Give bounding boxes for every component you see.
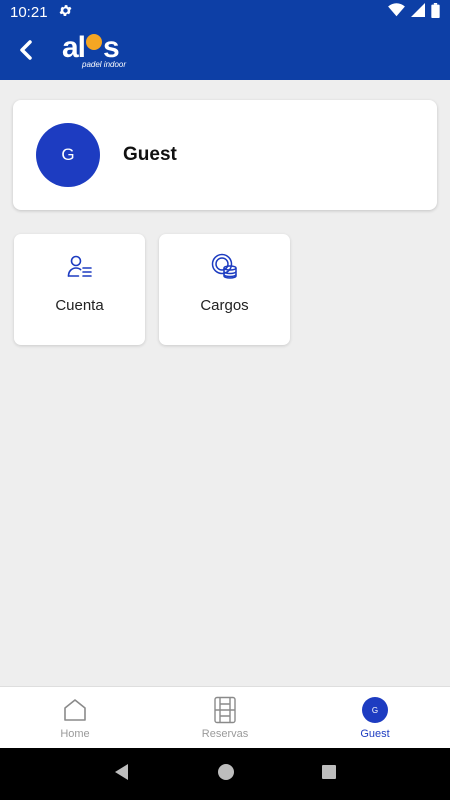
nav-label-reservas: Reservas [201, 728, 249, 740]
profile-name: Guest [123, 144, 177, 165]
coins-icon [211, 253, 239, 281]
avatar: G [362, 697, 388, 723]
nav-item-guest[interactable]: G Guest [300, 687, 450, 748]
system-nav-bar [0, 748, 450, 800]
tile-cargos[interactable]: Cargos [159, 234, 290, 345]
nav-label-guest: Guest [360, 728, 390, 740]
nav-item-reservas[interactable]: Reservas [150, 687, 300, 748]
court-icon [213, 696, 237, 724]
tile-cuenta[interactable]: Cuenta [14, 234, 145, 345]
nav-item-home[interactable]: Home [0, 687, 150, 748]
app-logo: al s padel indoor [62, 31, 127, 70]
status-time: 10:21 [10, 3, 48, 21]
wifi-icon [388, 3, 405, 21]
recents-square-icon[interactable] [321, 764, 337, 785]
padel-ball-icon [86, 34, 103, 50]
settings-icon [58, 3, 73, 22]
logo-subtitle: padel indoor [82, 60, 127, 69]
home-icon [62, 696, 88, 724]
tile-label: Cargos [200, 297, 249, 314]
avatar-initial: G [371, 705, 379, 715]
home-circle-icon[interactable] [217, 763, 235, 786]
back-triangle-icon[interactable] [113, 763, 131, 786]
battery-icon [431, 2, 440, 22]
avatar-initial: G [61, 145, 75, 164]
user-list-icon [67, 253, 93, 281]
signal-icon [411, 3, 425, 21]
logo-text-left: al [62, 31, 86, 64]
logo-text-right: s [103, 31, 120, 64]
back-button[interactable] [0, 24, 52, 80]
bottom-nav: Home Reservas G Guest [0, 686, 450, 748]
profile-card: G Guest [13, 100, 437, 210]
tile-label: Cuenta [55, 297, 104, 314]
avatar: G [36, 123, 100, 187]
nav-label-home: Home [60, 728, 90, 740]
status-bar: 10:21 [0, 0, 450, 24]
chevron-left-icon [18, 39, 34, 66]
app-bar: al s padel indoor [0, 24, 450, 80]
